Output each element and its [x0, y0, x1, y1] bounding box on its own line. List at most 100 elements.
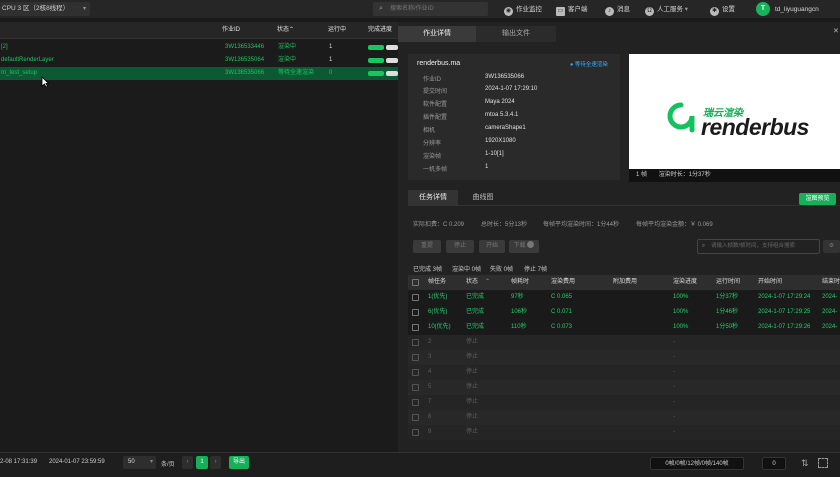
- cell-cost: -: [673, 429, 675, 435]
- filter-button[interactable]: ⚙: [823, 240, 840, 253]
- start-button[interactable]: 开始: [479, 240, 505, 253]
- cell-time: 106秒: [511, 309, 528, 315]
- preview-render-button[interactable]: 渲图预览: [799, 193, 836, 205]
- cell-time: 110秒: [511, 324, 527, 330]
- bell-icon: ♪: [605, 7, 614, 16]
- job-row-selected[interactable]: m_test_setup 3W136535066 等待全速渲染 0: [0, 67, 398, 80]
- nav-settings[interactable]: ✱ 设置: [710, 0, 735, 19]
- progress-bar: [368, 58, 384, 63]
- client-icon: ▭: [556, 7, 565, 16]
- nav-client[interactable]: ▭ 客户端: [556, 0, 588, 19]
- col-status[interactable]: 状态⌃: [277, 22, 294, 38]
- job-row[interactable]: defaultRenderLayer 3W136535064 渲染中 1: [0, 54, 398, 67]
- row-checkbox[interactable]: [412, 369, 419, 376]
- summary-rendering: 渲染中 0帧: [452, 267, 482, 273]
- cell-cost: -: [673, 414, 675, 420]
- frame-search-input[interactable]: ⌕ 请输入帧数/帧时间，支持组合搜索: [697, 239, 820, 254]
- cell-run: 1分50秒: [716, 324, 739, 330]
- cell-start: 2024-1-07 17:29:25: [758, 309, 811, 315]
- prev-page-button[interactable]: ‹: [182, 456, 193, 469]
- cell-task: 8: [428, 414, 432, 420]
- per-page-label: 条/页: [161, 462, 175, 468]
- cell-cost: -: [673, 384, 675, 390]
- search-input[interactable]: ⌕ 搜索名称/作业ID: [373, 2, 488, 16]
- bottom-bar: 2-08 17:31:39 2024-01-07 23:59:59 50 ▾ 条/…: [0, 452, 840, 477]
- date-to[interactable]: 2024-01-07 23:59:59: [49, 459, 105, 465]
- search-placeholder: 搜索名称/作业ID: [390, 6, 434, 12]
- frame-row[interactable]: 5 停止 -: [408, 380, 840, 395]
- cell-status: 停止: [466, 339, 479, 345]
- col-progress: 完成进度: [368, 27, 393, 33]
- cell-task: 4: [428, 369, 432, 375]
- job-row[interactable]: [2] 3W136533446 渲染中 1: [0, 41, 398, 54]
- cell-status: 已完成: [466, 309, 485, 315]
- nav-job-monitor[interactable]: ◉ 作业监控: [504, 0, 542, 19]
- row-checkbox[interactable]: [412, 384, 419, 391]
- cell-status: 停止: [466, 354, 479, 360]
- nav-support[interactable]: Ω 人工服务 ▾: [645, 0, 688, 19]
- row-checkbox[interactable]: [412, 414, 419, 421]
- username[interactable]: td_liyuguangcn: [775, 0, 819, 19]
- cell-run: 1分46秒: [716, 309, 739, 315]
- cell-cost: -: [673, 369, 675, 375]
- row-checkbox[interactable]: [412, 399, 419, 406]
- cursor-icon: [41, 76, 49, 88]
- row-checkbox[interactable]: [412, 429, 419, 436]
- frame-row[interactable]: 1(优先) 已完成 97秒 C 0.065 100% 1分37秒 2024-1-07 17:…: [408, 290, 840, 315]
- frame-row[interactable]: 4 停止 -: [408, 365, 840, 380]
- cell-progress: 100%: [673, 294, 689, 300]
- row-checkbox[interactable]: [412, 309, 419, 316]
- row-checkbox[interactable]: [412, 294, 419, 301]
- nav-messages[interactable]: ♪ 消息: [605, 0, 630, 19]
- cell-status: 停止: [466, 429, 479, 435]
- tab-task-detail[interactable]: 任务详情: [408, 190, 458, 206]
- cell-status: 已完成: [466, 324, 485, 330]
- page-size-select[interactable]: 50 ▾: [123, 456, 156, 469]
- cell-progress: 100%: [673, 309, 689, 315]
- cell-status: 停止: [466, 384, 479, 390]
- renderbus-logo-icon: [667, 102, 695, 133]
- cell-cost: C 0.065: [551, 294, 573, 300]
- row-checkbox[interactable]: [412, 354, 419, 361]
- job-info-card: renderbus.ma ● 等待全速渲染 作业ID 3W136535066 提交…: [408, 54, 620, 180]
- sort-icon[interactable]: ⇅: [801, 458, 809, 469]
- export-button[interactable]: 导出: [229, 456, 249, 469]
- next-page-button[interactable]: ›: [210, 456, 221, 469]
- render-preview[interactable]: 瑞云渲染 renderbus: [629, 54, 840, 169]
- job-table-header: 作业ID 状态⌃ 运行中 完成进度: [0, 22, 398, 38]
- region-label: CPU 3 区（2核8线程）: [2, 5, 70, 12]
- cell-status: 停止: [466, 399, 479, 405]
- download-icon: [527, 241, 535, 248]
- row-checkbox[interactable]: [412, 339, 419, 346]
- tab-output-files[interactable]: 输出文件: [476, 26, 556, 42]
- frame-row[interactable]: 6(优先) 已完成 106秒 C 0.071 100% 1分46秒 2024-1-07 17…: [408, 305, 840, 330]
- region-select[interactable]: CPU 3 区（2核8线程） ▾: [0, 2, 90, 16]
- row-checkbox[interactable]: [412, 324, 419, 331]
- cell-task: 3: [428, 354, 432, 360]
- avatar[interactable]: T: [756, 2, 770, 16]
- cell-cost: C 0.071: [551, 309, 573, 315]
- col-job-id: 作业ID: [222, 27, 241, 33]
- stop-button[interactable]: 停止: [446, 240, 474, 253]
- resubmit-button[interactable]: 重提: [413, 240, 441, 253]
- logo-en: renderbus: [701, 114, 809, 140]
- qr-icon[interactable]: [818, 458, 828, 468]
- frame-row[interactable]: 2 停止 -: [408, 335, 840, 350]
- frame-row[interactable]: 10(优先) 已完成 110秒 C 0.073 100% 1分50秒 2024-1-07 1…: [408, 320, 840, 345]
- stat-total-time: 总时长：5分13秒: [481, 222, 528, 228]
- frame-row[interactable]: 3 停止 -: [408, 350, 840, 365]
- page-number[interactable]: 1: [196, 456, 208, 469]
- date-from[interactable]: 2-08 17:31:39: [0, 459, 37, 465]
- close-icon[interactable]: ✕: [833, 27, 839, 35]
- download-button[interactable]: 下载: [509, 240, 539, 253]
- wait-status-link[interactable]: ● 等待全速渲染: [570, 60, 608, 68]
- frame-row[interactable]: 7 停止 -: [408, 395, 840, 410]
- tab-curve-chart[interactable]: 曲线图: [460, 190, 506, 206]
- cell-run: 1分37秒: [716, 294, 739, 300]
- frame-row[interactable]: 9 停止 -: [408, 425, 840, 440]
- chevron-down-icon: ▾: [82, 6, 86, 12]
- select-all-checkbox[interactable]: [412, 279, 419, 286]
- frame-row[interactable]: 8 停止 -: [408, 410, 840, 425]
- tab-job-detail[interactable]: 作业详情: [398, 26, 476, 42]
- stat-avg-time: 每帧平均渲染时间：1分44秒: [543, 222, 620, 228]
